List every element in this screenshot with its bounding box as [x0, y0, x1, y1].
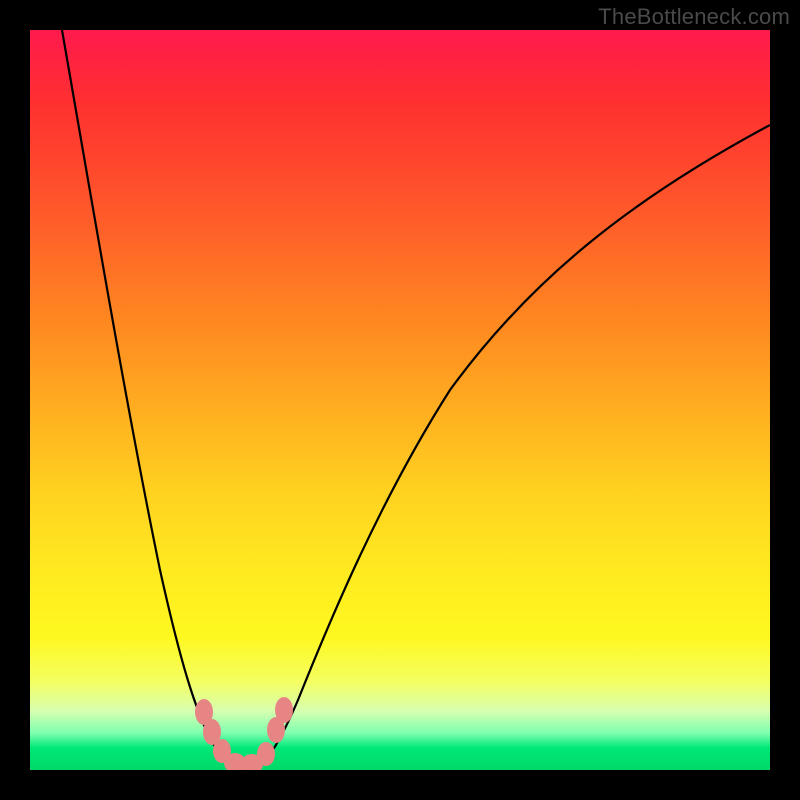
bead-8	[275, 697, 293, 723]
chart-frame: TheBottleneck.com	[0, 0, 800, 800]
plot-gradient-area	[30, 30, 770, 770]
curve-left-branch	[62, 30, 238, 767]
bead-cluster	[195, 697, 293, 770]
watermark-text: TheBottleneck.com	[598, 4, 790, 30]
curve-svg	[30, 30, 770, 770]
curve-right-branch	[258, 125, 770, 766]
bead-6	[257, 742, 275, 766]
